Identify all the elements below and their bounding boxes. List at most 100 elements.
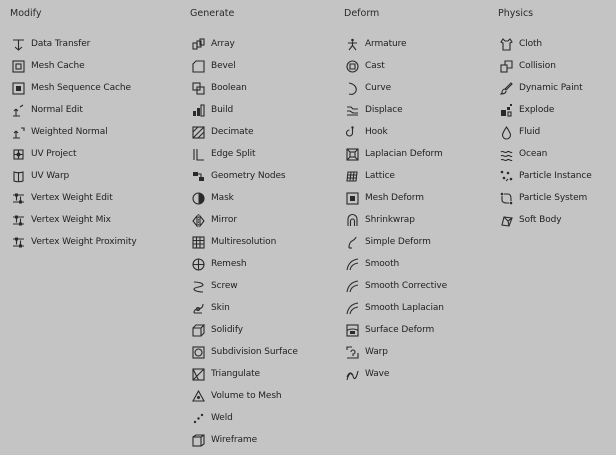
menu-item-laplacian-deform[interactable]: Laplacian Deform [342, 143, 492, 165]
menu-item-label: Laplacian Deform [365, 149, 443, 159]
cloth-icon [499, 37, 513, 51]
menu-item-wave[interactable]: Wave [342, 363, 492, 385]
menu-item-curve[interactable]: Curve [342, 77, 492, 99]
menu-item-decimate[interactable]: Decimate [188, 121, 338, 143]
menu-item-smooth[interactable]: Smooth [342, 253, 492, 275]
menu-item-label: Weld [211, 413, 233, 423]
ocean-icon [499, 147, 513, 161]
menu-item-label: Mesh Sequence Cache [31, 83, 131, 93]
menu-item-explode[interactable]: Explode [496, 99, 616, 121]
warp-icon [345, 345, 359, 359]
menu-item-smooth-corrective[interactable]: Smooth Corrective [342, 275, 492, 297]
menu-item-mesh-sequence-cache[interactable]: Mesh Sequence Cache [8, 77, 183, 99]
column-physics: Physics Cloth Collision Dynamic Paint Explo… [496, 0, 616, 231]
menu-item-label: Cloth [519, 39, 543, 49]
menu-item-subdivision-surface[interactable]: Subdivision Surface [188, 341, 338, 363]
menu-item-data-transfer[interactable]: Data Transfer [8, 33, 183, 55]
menu-item-label: Build [211, 105, 234, 115]
decimate-icon [191, 125, 205, 139]
menu-item-displace[interactable]: Displace [342, 99, 492, 121]
menu-item-mesh-cache[interactable]: Mesh Cache [8, 55, 183, 77]
menu-item-array[interactable]: Array [188, 33, 338, 55]
menu-item-label: Vertex Weight Proximity [31, 237, 137, 247]
menu-item-label: Geometry Nodes [211, 171, 286, 181]
menu-item-label: Array [211, 39, 235, 49]
menu-item-boolean[interactable]: Boolean [188, 77, 338, 99]
vertex-weight-icon [11, 213, 25, 227]
menu-item-ocean[interactable]: Ocean [496, 143, 616, 165]
menu-item-solidify[interactable]: Solidify [188, 319, 338, 341]
menu-item-multiresolution[interactable]: Multiresolution [188, 231, 338, 253]
column-header-physics: Physics [498, 8, 534, 19]
menu-item-remesh[interactable]: Remesh [188, 253, 338, 275]
menu-item-weighted-normal[interactable]: Weighted Normal [8, 121, 183, 143]
bevel-icon [191, 59, 205, 73]
menu-item-build[interactable]: Build [188, 99, 338, 121]
volume-to-mesh-icon [191, 389, 205, 403]
triangulate-icon [191, 367, 205, 381]
menu-item-simple-deform[interactable]: Simple Deform [342, 231, 492, 253]
column-deform: Deform Armature Cast Curve Displace Hook Lapl… [342, 0, 492, 385]
menu-item-weld[interactable]: Weld [188, 407, 338, 429]
menu-item-volume-to-mesh[interactable]: Volume to Mesh [188, 385, 338, 407]
mesh-deform-icon [345, 191, 359, 205]
menu-item-lattice[interactable]: Lattice [342, 165, 492, 187]
menu-item-cloth[interactable]: Cloth [496, 33, 616, 55]
menu-item-label: Screw [211, 281, 238, 291]
menu-item-label: Displace [365, 105, 403, 115]
menu-item-bevel[interactable]: Bevel [188, 55, 338, 77]
weld-icon [191, 411, 205, 425]
menu-item-fluid[interactable]: Fluid [496, 121, 616, 143]
menu-item-particle-system[interactable]: Particle System [496, 187, 616, 209]
displace-icon [345, 103, 359, 117]
menu-item-vertex-weight-proximity[interactable]: Vertex Weight Proximity [8, 231, 183, 253]
collision-icon [499, 59, 513, 73]
menu-item-triangulate[interactable]: Triangulate [188, 363, 338, 385]
menu-item-mask[interactable]: Mask [188, 187, 338, 209]
menu-item-mesh-deform[interactable]: Mesh Deform [342, 187, 492, 209]
uv-warp-icon [11, 169, 25, 183]
menu-item-label: Cast [365, 61, 385, 71]
menu-item-label: Mesh Cache [31, 61, 85, 71]
menu-item-vertex-weight-mix[interactable]: Vertex Weight Mix [8, 209, 183, 231]
menu-item-cast[interactable]: Cast [342, 55, 492, 77]
menu-item-vertex-weight-edit[interactable]: Vertex Weight Edit [8, 187, 183, 209]
menu-item-label: Smooth Corrective [365, 281, 448, 291]
menu-item-label: Smooth Laplacian [365, 303, 444, 313]
screw-icon [191, 279, 205, 293]
wireframe-icon [191, 433, 205, 447]
menu-item-label: Particle Instance [519, 171, 592, 181]
menu-item-soft-body[interactable]: Soft Body [496, 209, 616, 231]
dynamic-paint-icon [499, 81, 513, 95]
menu-item-wireframe[interactable]: Wireframe [188, 429, 338, 451]
menu-item-label: Vertex Weight Mix [31, 215, 111, 225]
menu-item-mirror[interactable]: Mirror [188, 209, 338, 231]
geometry-nodes-icon [191, 169, 205, 183]
menu-item-smooth-laplacian[interactable]: Smooth Laplacian [342, 297, 492, 319]
menu-item-uv-warp[interactable]: UV Warp [8, 165, 183, 187]
menu-item-label: Solidify [211, 325, 243, 335]
menu-item-dynamic-paint[interactable]: Dynamic Paint [496, 77, 616, 99]
menu-item-collision[interactable]: Collision [496, 55, 616, 77]
particle-system-icon [499, 191, 513, 205]
menu-item-screw[interactable]: Screw [188, 275, 338, 297]
menu-item-surface-deform[interactable]: Surface Deform [342, 319, 492, 341]
menu-item-hook[interactable]: Hook [342, 121, 492, 143]
vertex-weight-icon [11, 191, 25, 205]
menu-item-particle-instance[interactable]: Particle Instance [496, 165, 616, 187]
menu-item-label: Volume to Mesh [211, 391, 282, 401]
curve-icon [345, 81, 359, 95]
menu-item-shrinkwrap[interactable]: Shrinkwrap [342, 209, 492, 231]
menu-item-label: Fluid [519, 127, 541, 137]
menu-item-skin[interactable]: Skin [188, 297, 338, 319]
soft-body-icon [499, 213, 513, 227]
menu-item-geometry-nodes[interactable]: Geometry Nodes [188, 165, 338, 187]
menu-item-warp[interactable]: Warp [342, 341, 492, 363]
smooth-icon [345, 279, 359, 293]
particle-instance-icon [499, 169, 513, 183]
menu-item-armature[interactable]: Armature [342, 33, 492, 55]
menu-item-edge-split[interactable]: Edge Split [188, 143, 338, 165]
menu-item-normal-edit[interactable]: Normal Edit [8, 99, 183, 121]
menu-item-label: Multiresolution [211, 237, 277, 247]
menu-item-uv-project[interactable]: UV Project [8, 143, 183, 165]
